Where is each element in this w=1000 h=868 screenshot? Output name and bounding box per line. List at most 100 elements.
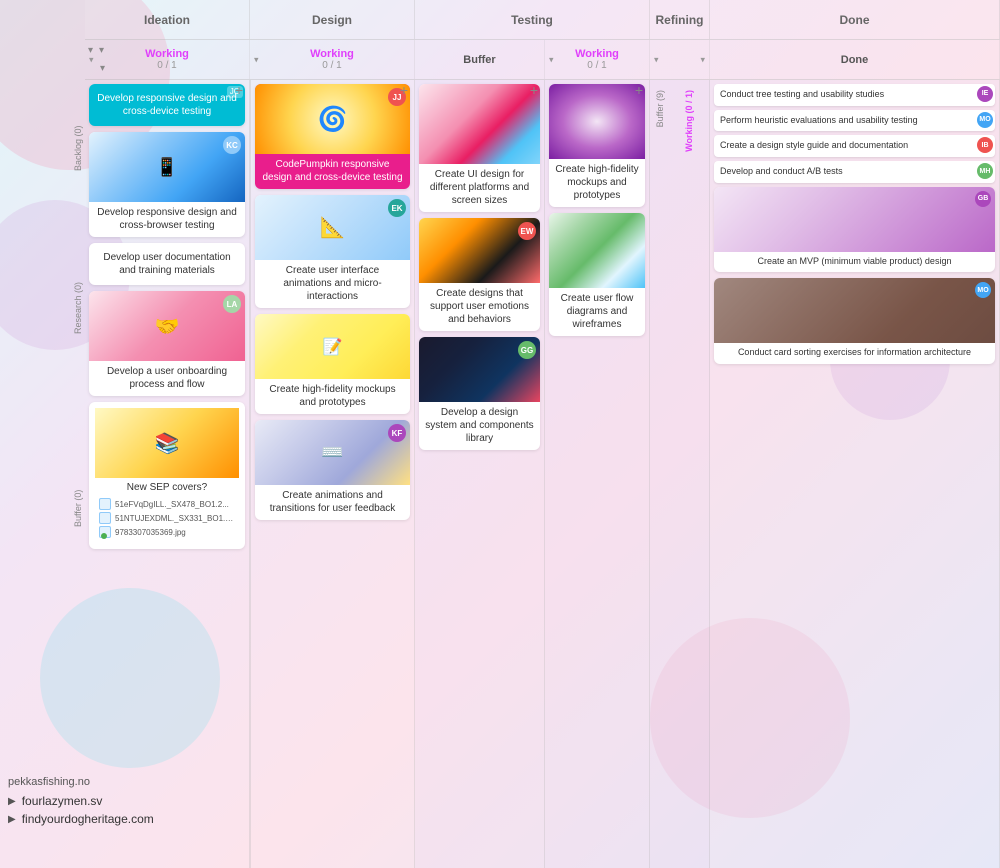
done-header: Done bbox=[710, 40, 1000, 79]
card[interactable]: Develop user documentation and training … bbox=[89, 243, 245, 285]
card-text: Conduct card sorting exercises for infor… bbox=[714, 343, 995, 364]
card[interactable]: MO Perform heuristic evaluations and usa… bbox=[714, 110, 995, 132]
card[interactable]: 📐 EK Create user interface animations an… bbox=[255, 195, 410, 308]
testing-buffer-header: Buffer bbox=[415, 40, 545, 79]
chevron-icon[interactable]: ▾ bbox=[99, 45, 104, 56]
testing-buffer-column: + Create UI design for different platfor… bbox=[415, 80, 545, 868]
card-text: Develop and conduct A/B tests bbox=[720, 166, 843, 176]
file-icon bbox=[99, 512, 111, 524]
working-label: Working bbox=[310, 48, 354, 60]
file-attachment[interactable]: 9783307035369.jpg bbox=[99, 525, 235, 539]
card-image: 🌀 bbox=[255, 84, 410, 154]
content-area: + JO Develop responsive design and cross… bbox=[85, 80, 1000, 868]
chevron-icon[interactable]: ▾ bbox=[100, 63, 105, 74]
testing-working-column: + Create high-fidelity mockups and proto… bbox=[545, 80, 650, 868]
swimlane-buffer-label: Buffer (0) bbox=[0, 448, 85, 568]
card[interactable]: GB Create an MVP (minimum viable product… bbox=[714, 187, 995, 273]
card[interactable]: Create UI design for different platforms… bbox=[419, 84, 540, 212]
subheaders-row: ▾ Working 0 / 1 ▾ Working 0 / 1 Buffer ▾… bbox=[85, 40, 1000, 80]
avatar: GG bbox=[518, 341, 536, 359]
sidebar-item-fourlazymen[interactable]: ▶ fourlazymen.sv bbox=[0, 792, 170, 810]
ideation-chevrons: ▾ ▾ bbox=[88, 45, 104, 56]
card[interactable]: 📝 Create high-fidelity mockups and proto… bbox=[255, 314, 410, 414]
working-count: 0 / 1 bbox=[157, 60, 176, 71]
card[interactable]: 📱 KC Develop responsive design and cross… bbox=[89, 132, 245, 237]
file-name: 51eFVqDgILL._SX478_BO1.2... bbox=[115, 500, 229, 509]
card-text: Create animations and transitions for us… bbox=[255, 485, 410, 520]
design-lane: 🌀 JJ CodePumpkin responsive design and c… bbox=[251, 80, 414, 868]
card[interactable]: Create high-fidelity mockups and prototy… bbox=[549, 84, 645, 207]
card[interactable]: MO Conduct card sorting exercises for in… bbox=[714, 278, 995, 364]
card-text: Create high-fidelity mockups and prototy… bbox=[255, 379, 410, 414]
chevron-icon: ▶ bbox=[8, 814, 16, 825]
card-text: Conduct tree testing and usability studi… bbox=[720, 89, 884, 99]
add-card-button[interactable]: + bbox=[231, 82, 247, 98]
chevron-icon: ▾ bbox=[700, 54, 705, 65]
add-card-button[interactable]: + bbox=[526, 82, 542, 98]
testing-working-header[interactable]: ▾ Working 0 / 1 bbox=[545, 40, 650, 79]
chevron-icon[interactable]: ▾ bbox=[88, 45, 93, 56]
card-image bbox=[419, 84, 540, 164]
avatar: GB bbox=[975, 191, 991, 207]
card-text: CodePumpkin responsive design and cross-… bbox=[255, 154, 410, 189]
card[interactable]: Create user flow diagrams and wireframes bbox=[549, 213, 645, 336]
add-card-button[interactable]: + bbox=[396, 82, 412, 98]
add-card-button[interactable]: + bbox=[631, 82, 647, 98]
card[interactable]: MH Develop and conduct A/B tests bbox=[714, 161, 995, 183]
card-text: Develop responsive design and cross-brow… bbox=[89, 202, 245, 237]
card-image: 📝 bbox=[255, 314, 410, 379]
ideation-extra-chevron: ▾ bbox=[100, 58, 105, 76]
card-text: Create user interface animations and mic… bbox=[255, 260, 410, 308]
sidebar-item-findyourdogheritage[interactable]: ▶ findyourdogheritage.com bbox=[0, 810, 170, 828]
swimlane-labels: Backlog (0) Research (0) Buffer (0) bbox=[0, 80, 85, 780]
buffer-label: Buffer bbox=[463, 54, 495, 66]
card-image: 📚 bbox=[95, 408, 239, 478]
card[interactable]: IE Conduct tree testing and usability st… bbox=[714, 84, 995, 106]
card[interactable]: IB Create a design style guide and docum… bbox=[714, 135, 995, 157]
ideation-column: + JO Develop responsive design and cross… bbox=[85, 80, 250, 868]
green-dot bbox=[101, 533, 107, 539]
avatar: KF bbox=[388, 424, 406, 442]
card-text: Develop user documentation and training … bbox=[103, 252, 230, 276]
card-text: Perform heuristic evaluations and usabil… bbox=[720, 115, 918, 125]
card[interactable]: 🌀 JJ CodePumpkin responsive design and c… bbox=[255, 84, 410, 189]
card-text: Create user flow diagrams and wireframes bbox=[549, 288, 645, 336]
card-image: ⌨️ bbox=[255, 420, 410, 485]
swimlane-research-label: Research (0) bbox=[0, 248, 85, 368]
card[interactable]: GG Develop a design system and component… bbox=[419, 337, 540, 450]
kanban-board: Ideation Design Testing Refining Done ▾ … bbox=[0, 0, 1000, 868]
card-text: Create designs that support user emotion… bbox=[419, 283, 540, 331]
card[interactable]: EW Create designs that support user emot… bbox=[419, 218, 540, 331]
phase-headers-row: Ideation Design Testing Refining Done bbox=[85, 0, 1000, 40]
avatar: LA bbox=[223, 295, 241, 313]
card-text: Create UI design for different platforms… bbox=[419, 164, 540, 212]
file-attachment[interactable]: 51eFVqDgILL._SX478_BO1.2... bbox=[99, 497, 235, 511]
card[interactable]: ⌨️ KF Create animations and transitions … bbox=[255, 420, 410, 520]
chevron-icon: ▾ bbox=[549, 54, 554, 65]
done-column: IE Conduct tree testing and usability st… bbox=[710, 80, 1000, 868]
card-image bbox=[714, 187, 995, 252]
chevron-icon: ▶ bbox=[8, 796, 16, 807]
working-label: Working bbox=[575, 48, 619, 60]
sidebar-label: pekkasfishing.no bbox=[8, 776, 90, 788]
sidebar-label: fourlazymen.sv bbox=[22, 794, 103, 808]
card[interactable]: 📚 New SEP covers? 51eFVqDgILL._SX478_BO1… bbox=[89, 402, 245, 549]
refining-header[interactable]: ▾ ▾ bbox=[650, 40, 710, 79]
card-text: New SEP covers? bbox=[99, 482, 235, 493]
working-label: Working bbox=[145, 48, 189, 60]
working-vertical-label: Working (0 / 1) bbox=[670, 80, 709, 868]
working-count: 0 / 1 bbox=[587, 60, 606, 71]
card[interactable]: JO Develop responsive design and cross-d… bbox=[89, 84, 245, 126]
avatar: MH bbox=[977, 163, 993, 179]
chevron-icon: ▾ bbox=[654, 54, 659, 65]
file-name: 9783307035369.jpg bbox=[115, 528, 186, 537]
phase-header-testing: Testing bbox=[415, 0, 650, 39]
card-text: Create a design style guide and document… bbox=[720, 140, 908, 150]
avatar: EW bbox=[518, 222, 536, 240]
phase-header-refining: Refining bbox=[650, 0, 710, 39]
done-lane: IE Conduct tree testing and usability st… bbox=[710, 80, 999, 868]
design-working-header[interactable]: ▾ Working 0 / 1 bbox=[250, 40, 415, 79]
file-attachment[interactable]: 51NTUJEXDML._SX331_BO1.2... bbox=[99, 511, 235, 525]
ideation-working-header[interactable]: ▾ Working 0 / 1 bbox=[85, 40, 250, 79]
card[interactable]: 🤝 LA Develop a user onboarding process a… bbox=[89, 291, 245, 396]
